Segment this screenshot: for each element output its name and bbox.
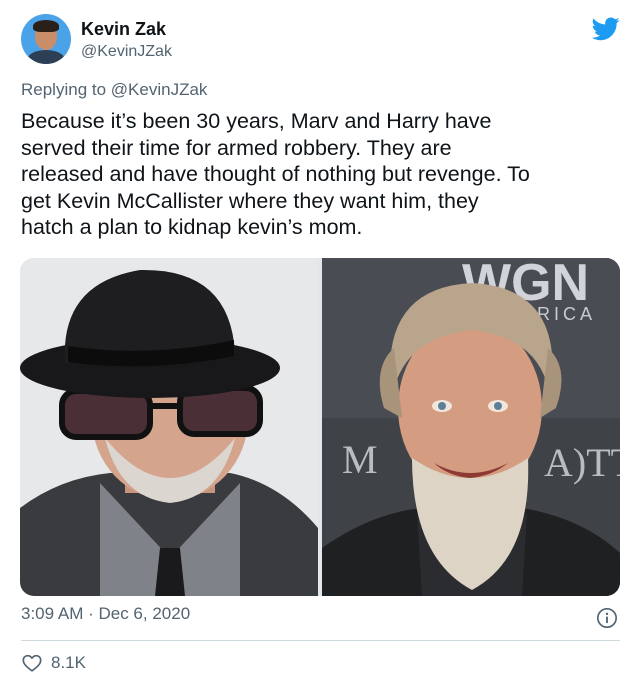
reply-context: Replying to @KevinJZak [21,80,207,100]
photo-left[interactable] [20,258,318,596]
tweet-timestamp[interactable]: 3:09 AM · Dec 6, 2020 [21,604,190,624]
tweet-text: Because it’s been 30 years, Marv and Har… [21,109,530,239]
bearded-man-photo: WGN RICA M A)TT [322,258,620,596]
info-icon[interactable] [596,607,618,629]
author-name[interactable]: Kevin Zak [81,19,166,40]
divider [21,640,620,641]
media-grid[interactable]: WGN RICA M A)TT [20,258,620,596]
man-in-fedora-photo [20,258,318,596]
reply-mention-link[interactable]: @KevinJZak [111,80,208,99]
twitter-bird-icon[interactable] [592,17,620,41]
avatar[interactable] [21,14,71,64]
backdrop-letters: A)TT [544,440,620,485]
backdrop-letter: M [342,437,378,482]
heart-icon[interactable] [21,652,43,674]
photo-right[interactable]: WGN RICA M A)TT [322,258,620,596]
backdrop-subtext: RICA [537,304,596,324]
author-handle[interactable]: @KevinJZak [81,43,172,61]
reply-prefix: Replying to [21,80,111,99]
tweet-card: Kevin Zak @KevinJZak Replying to @KevinJ… [0,0,640,690]
like-count: 8.1K [51,653,86,672]
